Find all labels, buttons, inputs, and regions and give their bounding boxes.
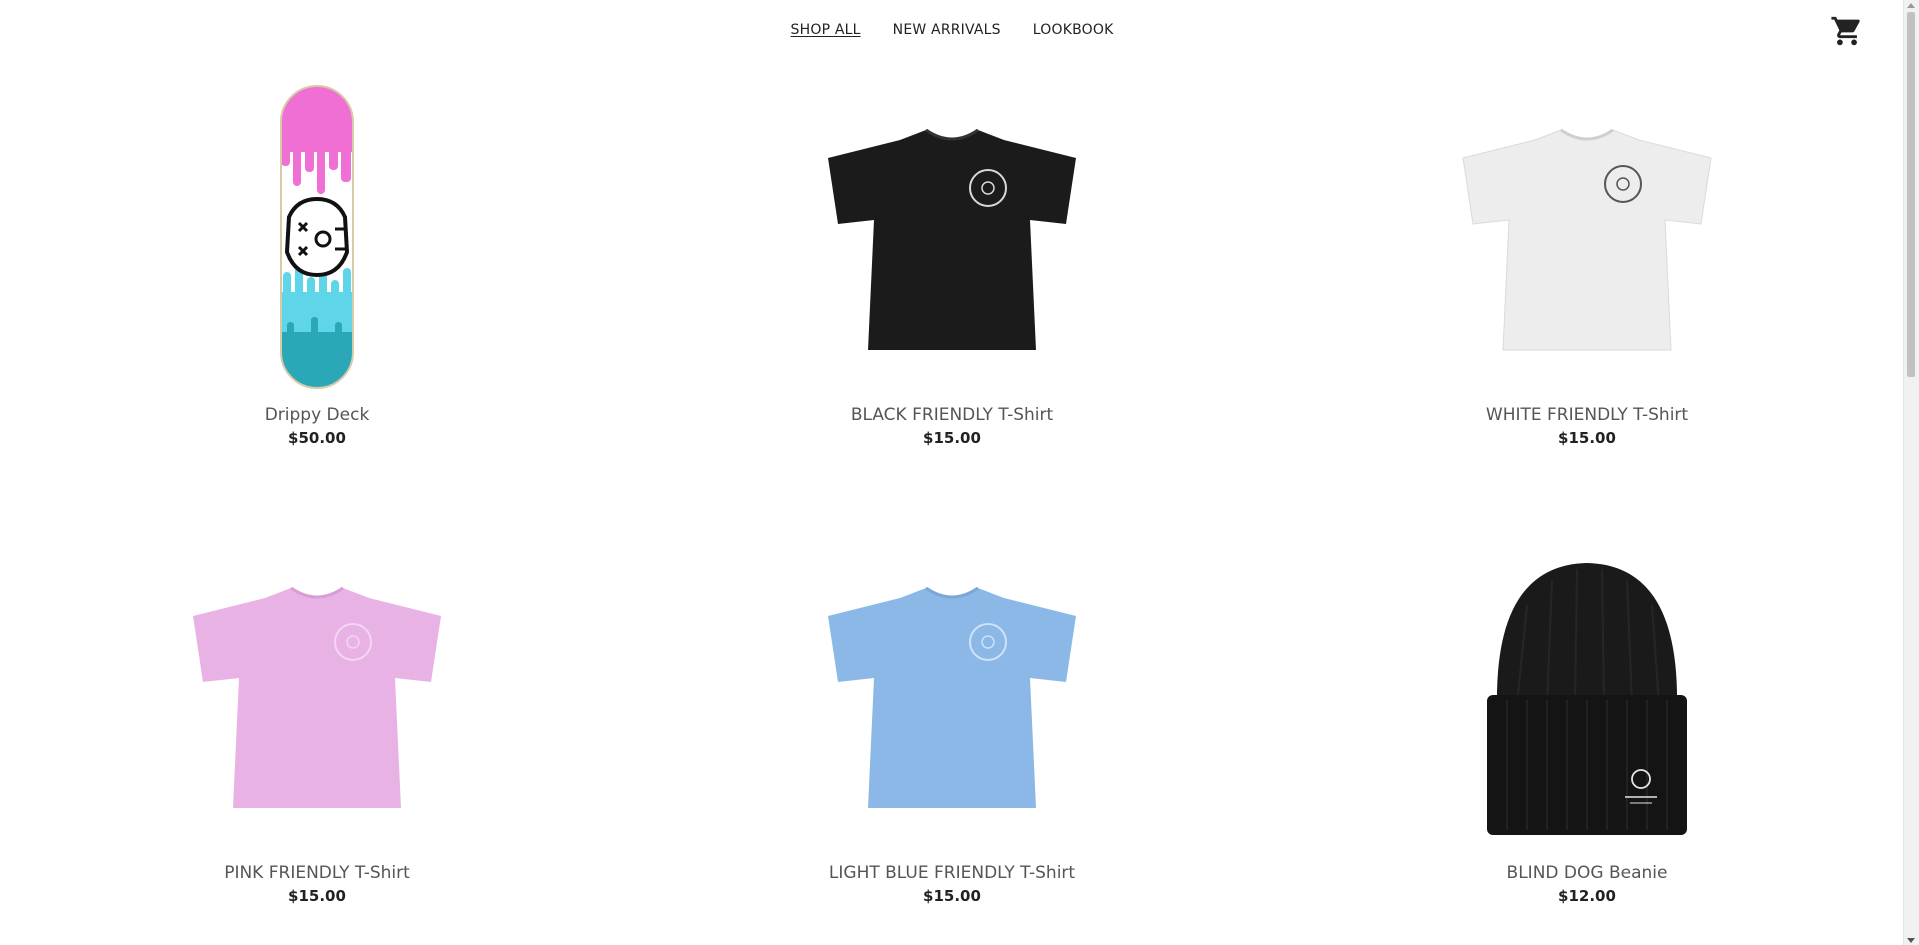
product-name[interactable]: BLACK FRIENDLY T-Shirt [752,404,1152,426]
product-name[interactable]: WHITE FRIENDLY T-Shirt [1387,404,1787,426]
nav-shop-all[interactable]: SHOP ALL [791,22,861,38]
product-card-light-blue-tshirt[interactable]: LIGHT BLUE FRIENDLY T-Shirt $15.00 [752,540,1152,906]
product-price: $15.00 [288,887,346,905]
product-image-tshirt[interactable] [152,540,482,850]
product-image-skateboard-deck[interactable] [152,82,482,392]
product-price: $15.00 [1558,429,1616,447]
top-navigation: SHOP ALL NEW ARRIVALS LOOKBOOK [0,0,1904,62]
product-name[interactable]: LIGHT BLUE FRIENDLY T-Shirt [752,862,1152,884]
main-nav: SHOP ALL NEW ARRIVALS LOOKBOOK [0,22,1904,38]
nav-new-arrivals[interactable]: NEW ARRIVALS [893,22,1001,38]
product-card-white-tshirt[interactable]: WHITE FRIENDLY T-Shirt $15.00 [1387,82,1787,448]
scroll-down-arrow-icon[interactable] [1907,938,1915,943]
product-image-beanie[interactable] [1422,540,1752,850]
scrollbar-thumb[interactable] [1907,12,1915,377]
product-price: $12.00 [1558,887,1616,905]
product-name[interactable]: PINK FRIENDLY T-Shirt [117,862,517,884]
nav-lookbook[interactable]: LOOKBOOK [1033,22,1114,38]
product-image-tshirt[interactable] [787,82,1117,392]
product-price: $15.00 [923,429,981,447]
product-name[interactable]: Drippy Deck [117,404,517,426]
shop-page: SHOP ALL NEW ARRIVALS LOOKBOOK Drippy De… [0,0,1919,945]
vertical-scrollbar[interactable] [1903,0,1919,945]
product-card-drippy-deck[interactable]: Drippy Deck $50.00 [117,82,517,448]
shopping-cart-icon[interactable] [1830,14,1864,48]
product-card-pink-tshirt[interactable]: PINK FRIENDLY T-Shirt $15.00 [117,540,517,906]
scroll-up-arrow-icon[interactable] [1907,3,1915,8]
product-price: $50.00 [288,429,346,447]
product-price: $15.00 [923,887,981,905]
product-name[interactable]: BLIND DOG Beanie [1387,862,1787,884]
product-card-black-tshirt[interactable]: BLACK FRIENDLY T-Shirt $15.00 [752,82,1152,448]
product-image-tshirt[interactable] [1422,82,1752,392]
product-image-tshirt[interactable] [787,540,1117,850]
product-card-beanie[interactable]: BLIND DOG Beanie $12.00 [1387,540,1787,906]
